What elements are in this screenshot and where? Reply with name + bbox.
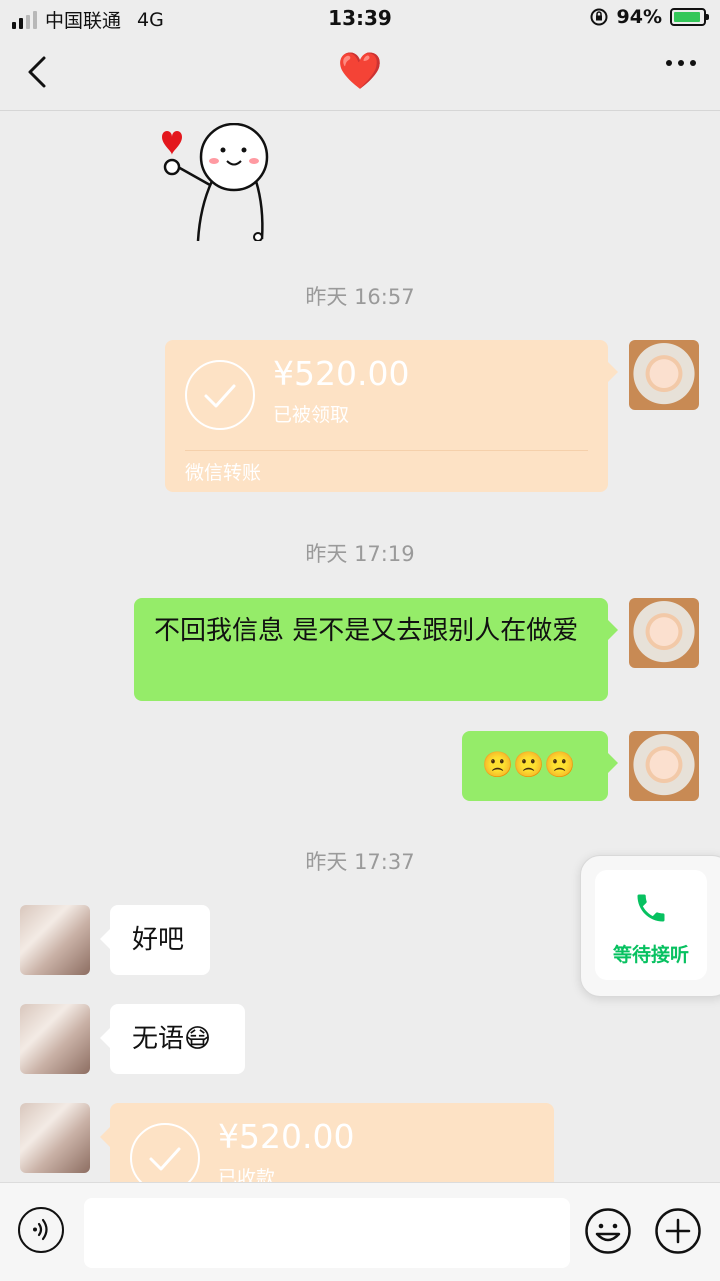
timestamp: 昨天 17:19 xyxy=(305,542,415,566)
message-text: 不回我信息 是不是又去跟别人在做爱 xyxy=(154,616,579,646)
contact-avatar[interactable] xyxy=(20,1103,90,1173)
transfer-amount: ¥520.00 xyxy=(218,1117,355,1156)
emoji-icon[interactable] xyxy=(584,1207,632,1255)
my-avatar[interactable] xyxy=(629,340,699,410)
sticker-image[interactable] xyxy=(150,123,280,241)
battery-percent: 94% xyxy=(616,6,662,28)
contact-avatar[interactable] xyxy=(20,905,90,975)
contact-avatar[interactable] xyxy=(20,1004,90,1074)
rotation-lock-icon xyxy=(590,8,608,26)
message-text: 好吧 xyxy=(132,925,185,955)
message-emoji: 🙁🙁🙁 xyxy=(482,750,576,779)
status-bar: 中国联通 4G 13:39 94% xyxy=(0,0,720,36)
message-bubble-sent[interactable]: 🙁🙁🙁 xyxy=(462,731,618,801)
input-bar xyxy=(0,1182,720,1281)
message-bubble-received[interactable]: 好吧 xyxy=(100,905,210,975)
my-avatar[interactable] xyxy=(629,598,699,668)
transfer-amount: ¥520.00 xyxy=(273,354,410,393)
call-status-label: 等待接听 xyxy=(612,944,689,966)
transfer-status: 已被领取 xyxy=(273,404,350,426)
chat-title: ❤️ xyxy=(337,51,383,92)
transfer-card-sent[interactable]: ¥520.00 已被领取 微信转账 xyxy=(165,340,618,492)
battery-icon xyxy=(670,8,709,26)
transfer-divider xyxy=(185,450,588,451)
message-input[interactable] xyxy=(84,1198,570,1268)
my-avatar[interactable] xyxy=(629,731,699,801)
transfer-status: 已收款 xyxy=(218,1167,276,1182)
transfer-footer: 微信转账 xyxy=(185,462,262,484)
phone-icon xyxy=(637,894,665,922)
message-bubble-sent[interactable]: 不回我信息 是不是又去跟别人在做爱 xyxy=(134,598,618,701)
voice-icon[interactable] xyxy=(18,1207,64,1253)
check-icon xyxy=(185,360,255,430)
timestamp: 昨天 16:57 xyxy=(305,285,415,309)
chat-header: ❤️ xyxy=(0,36,720,111)
message-text: 无语😷 xyxy=(132,1024,212,1054)
check-icon xyxy=(130,1123,200,1182)
plus-icon[interactable] xyxy=(654,1207,702,1255)
ellipsis-icon[interactable] xyxy=(666,60,696,66)
chat-area[interactable]: 昨天 16:57 ¥520.00 已被领取 微信转账 昨天 17:19 不回我信… xyxy=(0,111,720,1182)
transfer-card-received[interactable]: ¥520.00 已收款 xyxy=(100,1103,554,1182)
message-bubble-received[interactable]: 无语😷 xyxy=(100,1004,245,1074)
status-right: 94% xyxy=(589,6,709,28)
call-float-window[interactable]: 等待接听 xyxy=(580,855,720,997)
call-card[interactable]: 等待接听 xyxy=(595,870,707,980)
